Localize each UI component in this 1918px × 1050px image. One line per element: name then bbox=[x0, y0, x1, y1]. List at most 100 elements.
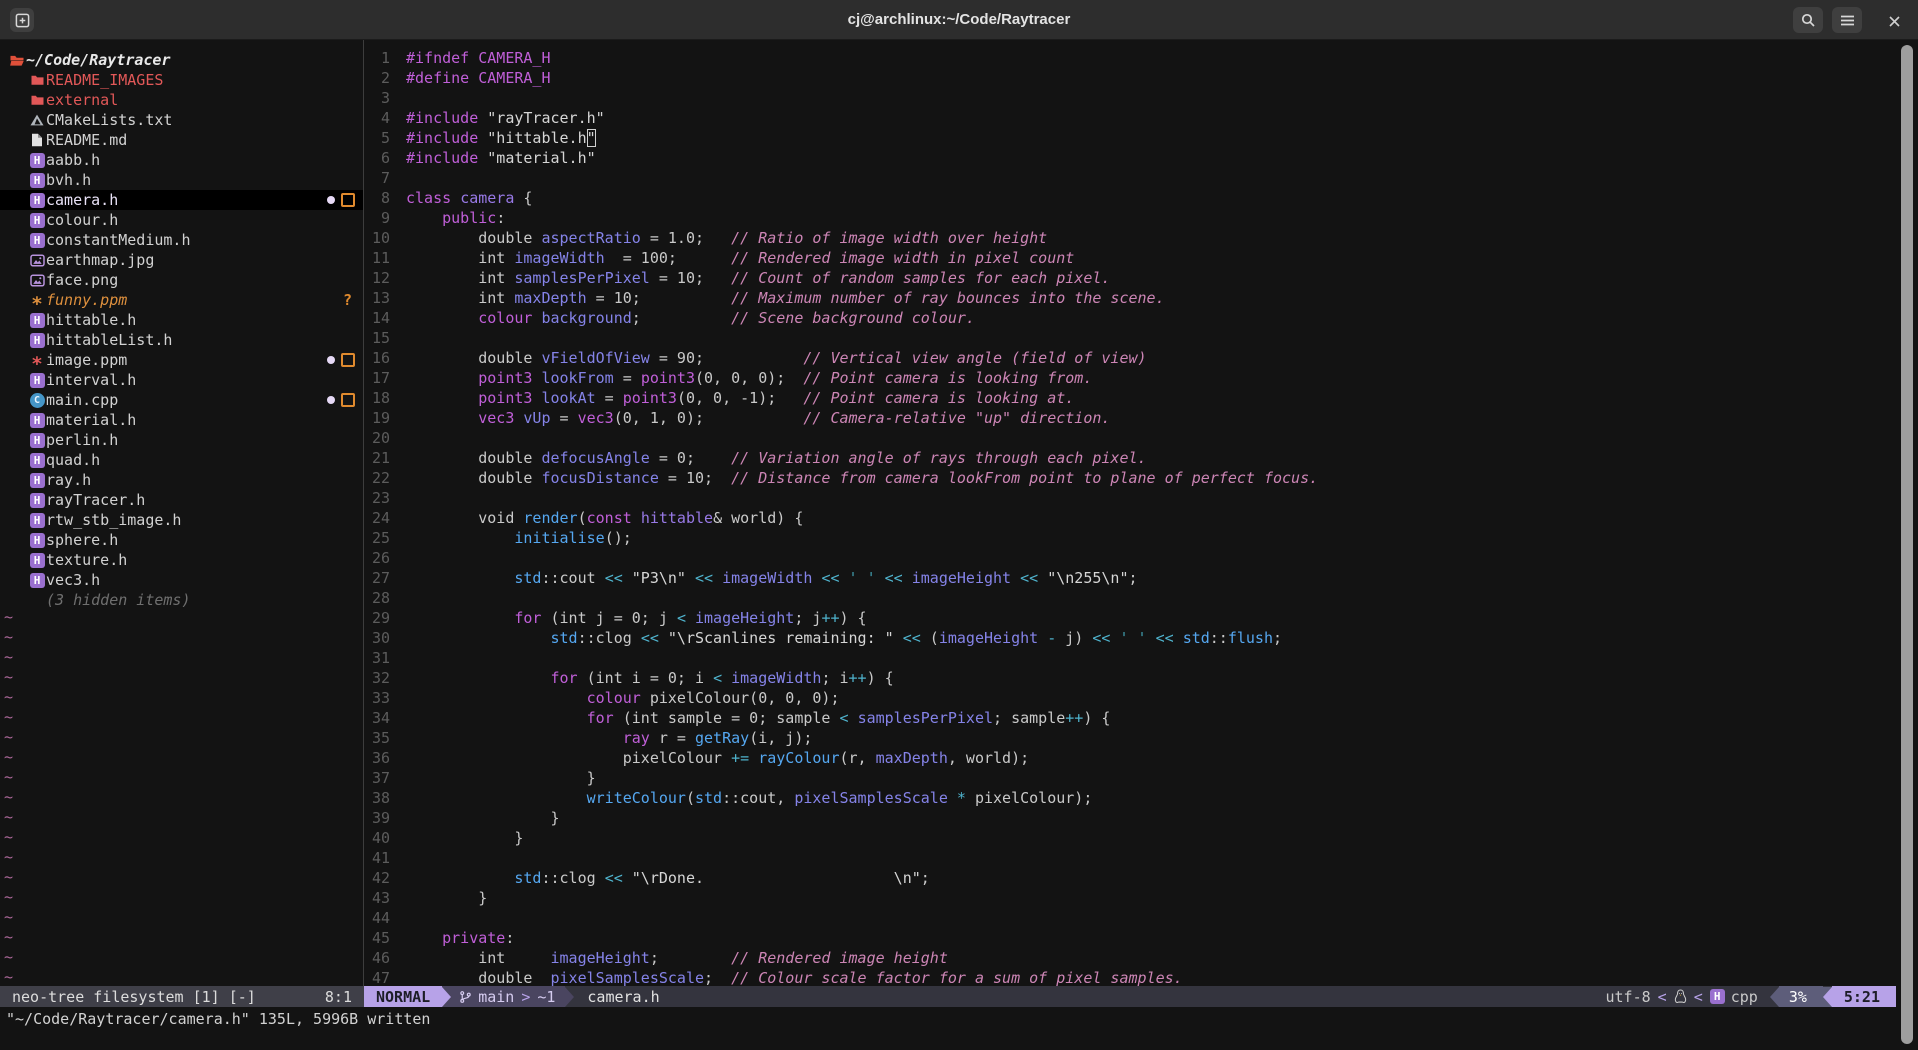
image-icon bbox=[28, 272, 46, 288]
code-line-2[interactable]: 2#define CAMERA_H bbox=[365, 69, 551, 89]
code-line-17[interactable]: 17 point3 lookFrom = point3(0, 0, 0); //… bbox=[365, 369, 1092, 389]
code-line-30[interactable]: 30 std::clog << "\rScanlines remaining: … bbox=[365, 629, 1282, 649]
tree-item-label: aabb.h bbox=[46, 151, 100, 169]
tree-item-image.ppm[interactable]: *image.ppm bbox=[0, 350, 363, 370]
tree-item-quad.h[interactable]: Hquad.h bbox=[0, 450, 363, 470]
search-button[interactable] bbox=[1793, 7, 1823, 33]
code-text: std::cout << "P3\n" << imageWidth << ' '… bbox=[406, 569, 1138, 587]
code-line-47[interactable]: 47 double pixelSamplesScale; // Colour s… bbox=[365, 969, 1183, 986]
tree-item-hittablelist.h[interactable]: HhittableList.h bbox=[0, 330, 363, 350]
tree-item-aabb.h[interactable]: Haabb.h bbox=[0, 150, 363, 170]
line-number: 45 bbox=[365, 929, 390, 947]
code-line-34[interactable]: 34 for (int sample = 0; sample < samples… bbox=[365, 709, 1110, 729]
code-line-27[interactable]: 27 std::cout << "P3\n" << imageWidth << … bbox=[365, 569, 1138, 589]
line-number: 9 bbox=[365, 209, 390, 227]
code-line-46[interactable]: 46 int imageHeight; // Rendered image he… bbox=[365, 949, 948, 969]
git-branch-name: main bbox=[472, 988, 514, 1006]
code-line-19[interactable]: 19 vec3 vUp = vec3(0, 1, 0); // Camera-r… bbox=[365, 409, 1110, 429]
tree-item-sphere.h[interactable]: Hsphere.h bbox=[0, 530, 363, 550]
tree-item-perlin.h[interactable]: Hperlin.h bbox=[0, 430, 363, 450]
tree-item-label: constantMedium.h bbox=[46, 231, 191, 249]
code-line-36[interactable]: 36 pixelColour += rayColour(r, maxDepth,… bbox=[365, 749, 1029, 769]
tree-item-readme_images[interactable]: README_IMAGES bbox=[0, 70, 363, 90]
code-line-28[interactable]: 28 bbox=[365, 589, 406, 609]
tree-item-vec3.h[interactable]: Hvec3.h bbox=[0, 570, 363, 590]
code-line-3[interactable]: 3 bbox=[365, 89, 406, 109]
code-line-37[interactable]: 37 } bbox=[365, 769, 596, 789]
code-line-44[interactable]: 44 bbox=[365, 909, 406, 929]
command-line-message: "~/Code/Raytracer/camera.h" 135L, 5996B … bbox=[6, 1008, 430, 1030]
tree-item-label: hittable.h bbox=[46, 311, 136, 329]
code-line-39[interactable]: 39 } bbox=[365, 809, 560, 829]
code-line-24[interactable]: 24 void render(const hittable& world) { bbox=[365, 509, 803, 529]
segment-separator: < bbox=[1651, 988, 1674, 1006]
tree-item-raytracer.h[interactable]: HrayTracer.h bbox=[0, 490, 363, 510]
code-line-43[interactable]: 43 } bbox=[365, 889, 487, 909]
tree-item-material.h[interactable]: Hmaterial.h bbox=[0, 410, 363, 430]
code-line-5[interactable]: 5#include "hittable.h" bbox=[365, 129, 596, 149]
tree-item-main.cpp[interactable]: Cmain.cpp bbox=[0, 390, 363, 410]
powerline-arrow bbox=[442, 987, 451, 1007]
code-line-23[interactable]: 23 bbox=[365, 489, 406, 509]
code-line-45[interactable]: 45 private: bbox=[365, 929, 514, 949]
code-line-40[interactable]: 40 } bbox=[365, 829, 523, 849]
code-line-32[interactable]: 32 for (int i = 0; i < imageWidth; i++) … bbox=[365, 669, 894, 689]
menu-button[interactable] bbox=[1832, 7, 1862, 33]
editor-buffer[interactable]: 1#ifndef CAMERA_H2#define CAMERA_H34#inc… bbox=[365, 40, 1895, 986]
code-line-14[interactable]: 14 colour background; // Scene backgroun… bbox=[365, 309, 975, 329]
tree-item-external[interactable]: external bbox=[0, 90, 363, 110]
empty-line-tilde: ~ bbox=[4, 668, 13, 686]
tree-item-rtw_stb_image.h[interactable]: Hrtw_stb_image.h bbox=[0, 510, 363, 530]
tree-item-coderaytracer[interactable]: ~/Code/Raytracer bbox=[0, 50, 363, 70]
code-text: double focusDistance = 10; // Distance f… bbox=[406, 469, 1318, 487]
code-line-12[interactable]: 12 int samplesPerPixel = 10; // Count of… bbox=[365, 269, 1110, 289]
code-line-7[interactable]: 7 bbox=[365, 169, 406, 189]
scrollbar[interactable] bbox=[1901, 45, 1913, 1044]
tree-item-hittable.h[interactable]: Hhittable.h bbox=[0, 310, 363, 330]
close-button[interactable] bbox=[1882, 9, 1906, 33]
code-line-10[interactable]: 10 double aspectRatio = 1.0; // Ratio of… bbox=[365, 229, 1047, 249]
tree-item-colour.h[interactable]: Hcolour.h bbox=[0, 210, 363, 230]
code-line-25[interactable]: 25 initialise(); bbox=[365, 529, 632, 549]
code-line-11[interactable]: 11 int imageWidth = 100; // Rendered ima… bbox=[365, 249, 1074, 269]
code-line-18[interactable]: 18 point3 lookAt = point3(0, 0, -1); // … bbox=[365, 389, 1074, 409]
code-line-16[interactable]: 16 double vFieldOfView = 90; // Vertical… bbox=[365, 349, 1147, 369]
tree-item-ray.h[interactable]: Hray.h bbox=[0, 470, 363, 490]
code-line-21[interactable]: 21 double defocusAngle = 0; // Variation… bbox=[365, 449, 1147, 469]
code-line-13[interactable]: 13 int maxDepth = 10; // Maximum number … bbox=[365, 289, 1165, 309]
powerline-arrow bbox=[565, 987, 574, 1007]
code-line-20[interactable]: 20 bbox=[365, 429, 406, 449]
code-line-35[interactable]: 35 ray r = getRay(i, j); bbox=[365, 729, 812, 749]
code-line-26[interactable]: 26 bbox=[365, 549, 406, 569]
code-line-42[interactable]: 42 std::clog << "\rDone. \n"; bbox=[365, 869, 930, 889]
code-line-6[interactable]: 6#include "material.h" bbox=[365, 149, 596, 169]
star-icon: * bbox=[28, 352, 46, 368]
tree-item-bvh.h[interactable]: Hbvh.h bbox=[0, 170, 363, 190]
tree-item-face.png[interactable]: face.png bbox=[0, 270, 363, 290]
code-line-33[interactable]: 33 colour pixelColour(0, 0, 0); bbox=[365, 689, 840, 709]
code-line-31[interactable]: 31 bbox=[365, 649, 406, 669]
tree-item-readme.md[interactable]: README.md bbox=[0, 130, 363, 150]
code-line-41[interactable]: 41 bbox=[365, 849, 406, 869]
tree-item-camera.h[interactable]: Hcamera.h bbox=[0, 190, 363, 210]
tree-item-texture.h[interactable]: Htexture.h bbox=[0, 550, 363, 570]
code-line-15[interactable]: 15 bbox=[365, 329, 406, 349]
neo-tree-panel[interactable]: ~/Code/RaytracerREADME_IMAGESexternalCMa… bbox=[0, 40, 363, 986]
header-icon: H bbox=[28, 452, 46, 468]
code-text: class camera { bbox=[406, 189, 532, 207]
code-line-8[interactable]: 8class camera { bbox=[365, 189, 532, 209]
empty-line-tilde: ~ bbox=[4, 748, 13, 766]
tree-item-3hiddenitems[interactable]: (3 hidden items) bbox=[0, 590, 363, 610]
tree-item-constantmedium.h[interactable]: HconstantMedium.h bbox=[0, 230, 363, 250]
code-line-4[interactable]: 4#include "rayTracer.h" bbox=[365, 109, 605, 129]
code-line-38[interactable]: 38 writeColour(std::cout, pixelSamplesSc… bbox=[365, 789, 1092, 809]
code-line-9[interactable]: 9 public: bbox=[365, 209, 505, 229]
empty-line-tilde: ~ bbox=[4, 928, 13, 946]
code-line-22[interactable]: 22 double focusDistance = 10; // Distanc… bbox=[365, 469, 1318, 489]
tree-item-interval.h[interactable]: Hinterval.h bbox=[0, 370, 363, 390]
code-line-1[interactable]: 1#ifndef CAMERA_H bbox=[365, 49, 551, 69]
tree-item-earthmap.jpg[interactable]: earthmap.jpg bbox=[0, 250, 363, 270]
tree-item-cmakelists.txt[interactable]: CMakeLists.txt bbox=[0, 110, 363, 130]
tree-item-funny.ppm[interactable]: *funny.ppm? bbox=[0, 290, 363, 310]
code-line-29[interactable]: 29 for (int j = 0; j < imageHeight; j++)… bbox=[365, 609, 867, 629]
